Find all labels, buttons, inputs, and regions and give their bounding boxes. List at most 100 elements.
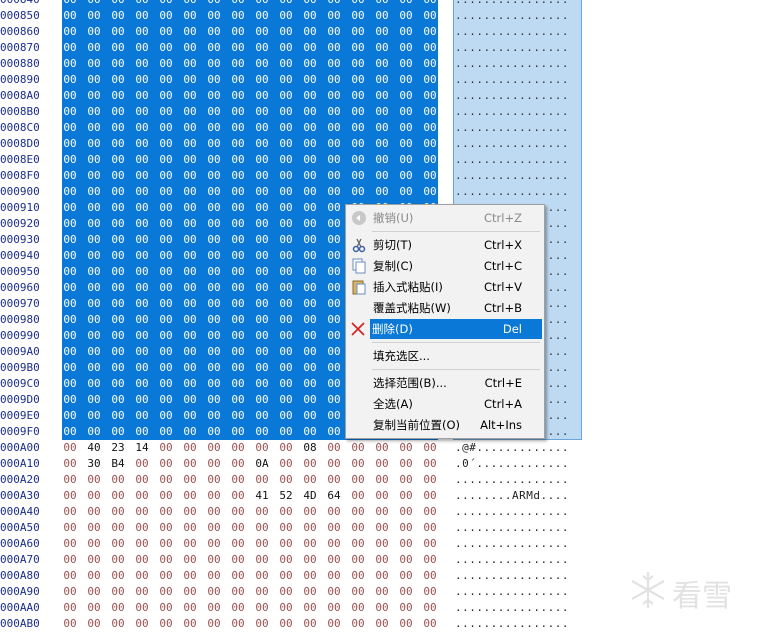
- hex-byte[interactable]: 00: [348, 584, 368, 600]
- hex-byte[interactable]: 00: [348, 488, 368, 504]
- hex-byte[interactable]: 00: [396, 40, 416, 56]
- hex-byte[interactable]: 00: [156, 168, 176, 184]
- hex-byte[interactable]: 00: [420, 24, 440, 40]
- hex-byte[interactable]: 00: [372, 600, 392, 616]
- hex-byte[interactable]: 00: [396, 504, 416, 520]
- hex-byte[interactable]: 00: [180, 424, 200, 440]
- hex-byte[interactable]: 00: [300, 136, 320, 152]
- hex-byte[interactable]: 00: [276, 168, 296, 184]
- hex-byte[interactable]: 00: [180, 40, 200, 56]
- hex-byte[interactable]: 00: [420, 136, 440, 152]
- hex-byte[interactable]: 00: [300, 472, 320, 488]
- hex-byte[interactable]: 00: [132, 600, 152, 616]
- hex-byte[interactable]: 00: [276, 0, 296, 8]
- hex-byte[interactable]: 00: [156, 232, 176, 248]
- hex-byte[interactable]: 00: [276, 360, 296, 376]
- hex-byte[interactable]: 00: [300, 88, 320, 104]
- hex-byte[interactable]: 00: [252, 184, 272, 200]
- hex-byte[interactable]: 00: [252, 536, 272, 552]
- hex-byte[interactable]: 00: [252, 104, 272, 120]
- hex-byte[interactable]: 00: [204, 72, 224, 88]
- hex-byte[interactable]: 00: [204, 504, 224, 520]
- hex-byte[interactable]: 00: [180, 88, 200, 104]
- hex-row[interactable]: 000A10 00 30 B4 00 00 00 00 00 0A 00 00 00 00 00 00 00.0…: [0, 456, 600, 472]
- hex-byte[interactable]: 00: [228, 184, 248, 200]
- hex-byte[interactable]: 00: [108, 488, 128, 504]
- hex-byte[interactable]: 00: [420, 152, 440, 168]
- hex-byte[interactable]: 00: [228, 120, 248, 136]
- hex-byte[interactable]: 00: [348, 456, 368, 472]
- menu-item-undo[interactable]: 撤销(U) Ctrl+Z: [347, 208, 542, 228]
- hex-byte[interactable]: 00: [228, 312, 248, 328]
- hex-byte[interactable]: 00: [60, 440, 80, 456]
- hex-byte[interactable]: 00: [204, 8, 224, 24]
- ascii-text[interactable]: ................: [455, 152, 581, 168]
- hex-byte[interactable]: 00: [108, 88, 128, 104]
- hex-byte[interactable]: 00: [60, 392, 80, 408]
- hex-byte[interactable]: 00: [252, 504, 272, 520]
- hex-byte[interactable]: 00: [300, 120, 320, 136]
- hex-byte[interactable]: 00: [132, 104, 152, 120]
- hex-byte[interactable]: 00: [324, 616, 344, 632]
- hex-byte[interactable]: 00: [60, 232, 80, 248]
- hex-byte[interactable]: 00: [84, 24, 104, 40]
- hex-byte[interactable]: 00: [108, 424, 128, 440]
- hex-byte[interactable]: 00: [252, 72, 272, 88]
- hex-byte[interactable]: 00: [84, 392, 104, 408]
- hex-byte[interactable]: 00: [228, 456, 248, 472]
- hex-byte[interactable]: 00: [396, 104, 416, 120]
- hex-byte[interactable]: 00: [108, 168, 128, 184]
- hex-row[interactable]: 000A20 00 00 00 00 00 00 00 00 00 00 00 00 00 00 00 00..…: [0, 472, 600, 488]
- ascii-text[interactable]: ................: [455, 584, 581, 600]
- hex-row[interactable]: 000840 00 00 00 00 00 00 00 00 00 00 00 00 00 00 00 00..…: [0, 0, 600, 8]
- hex-byte[interactable]: 00: [396, 88, 416, 104]
- hex-byte[interactable]: 00: [324, 152, 344, 168]
- hex-byte[interactable]: 00: [396, 120, 416, 136]
- hex-byte[interactable]: 00: [180, 376, 200, 392]
- hex-byte[interactable]: 00: [420, 120, 440, 136]
- hex-byte[interactable]: 00: [132, 504, 152, 520]
- hex-byte[interactable]: 00: [324, 56, 344, 72]
- hex-byte[interactable]: 00: [252, 40, 272, 56]
- menu-item-select-all[interactable]: 全选(A) Ctrl+A: [347, 394, 542, 414]
- hex-byte[interactable]: 00: [132, 8, 152, 24]
- hex-byte[interactable]: 00: [372, 472, 392, 488]
- hex-byte[interactable]: 00: [228, 56, 248, 72]
- hex-byte[interactable]: 00: [204, 312, 224, 328]
- hex-byte[interactable]: 00: [204, 264, 224, 280]
- hex-byte[interactable]: 00: [156, 536, 176, 552]
- hex-byte[interactable]: 00: [252, 280, 272, 296]
- hex-byte[interactable]: 00: [300, 312, 320, 328]
- hex-byte[interactable]: 00: [252, 168, 272, 184]
- hex-byte[interactable]: 00: [132, 568, 152, 584]
- hex-byte[interactable]: 00: [276, 600, 296, 616]
- hex-byte[interactable]: 00: [132, 392, 152, 408]
- hex-byte[interactable]: 00: [300, 248, 320, 264]
- hex-byte[interactable]: 00: [180, 0, 200, 8]
- hex-byte[interactable]: 00: [300, 0, 320, 8]
- hex-byte[interactable]: 00: [228, 88, 248, 104]
- hex-byte[interactable]: 00: [372, 184, 392, 200]
- hex-byte[interactable]: 00: [132, 616, 152, 632]
- hex-byte[interactable]: 00: [300, 344, 320, 360]
- hex-byte[interactable]: 00: [180, 184, 200, 200]
- hex-row[interactable]: 000AA0 00 00 00 00 00 00 00 00 00 00 00 00 00 00 00 00..…: [0, 600, 600, 616]
- hex-byte[interactable]: 00: [324, 600, 344, 616]
- hex-byte[interactable]: 00: [372, 536, 392, 552]
- hex-byte[interactable]: 00: [204, 440, 224, 456]
- hex-byte[interactable]: 00: [180, 24, 200, 40]
- hex-row[interactable]: 000890 00 00 00 00 00 00 00 00 00 00 00 00 00 00 00 00..…: [0, 72, 600, 88]
- hex-byte[interactable]: 00: [204, 616, 224, 632]
- hex-byte[interactable]: 00: [180, 296, 200, 312]
- hex-byte[interactable]: 00: [180, 152, 200, 168]
- hex-byte[interactable]: 00: [156, 152, 176, 168]
- hex-byte[interactable]: 00: [324, 24, 344, 40]
- hex-byte[interactable]: 00: [276, 328, 296, 344]
- hex-byte[interactable]: 00: [180, 280, 200, 296]
- hex-byte[interactable]: 00: [252, 312, 272, 328]
- hex-byte[interactable]: 00: [60, 8, 80, 24]
- hex-byte[interactable]: 00: [420, 40, 440, 56]
- hex-byte[interactable]: 00: [204, 56, 224, 72]
- hex-byte[interactable]: 00: [132, 360, 152, 376]
- hex-byte[interactable]: 00: [84, 568, 104, 584]
